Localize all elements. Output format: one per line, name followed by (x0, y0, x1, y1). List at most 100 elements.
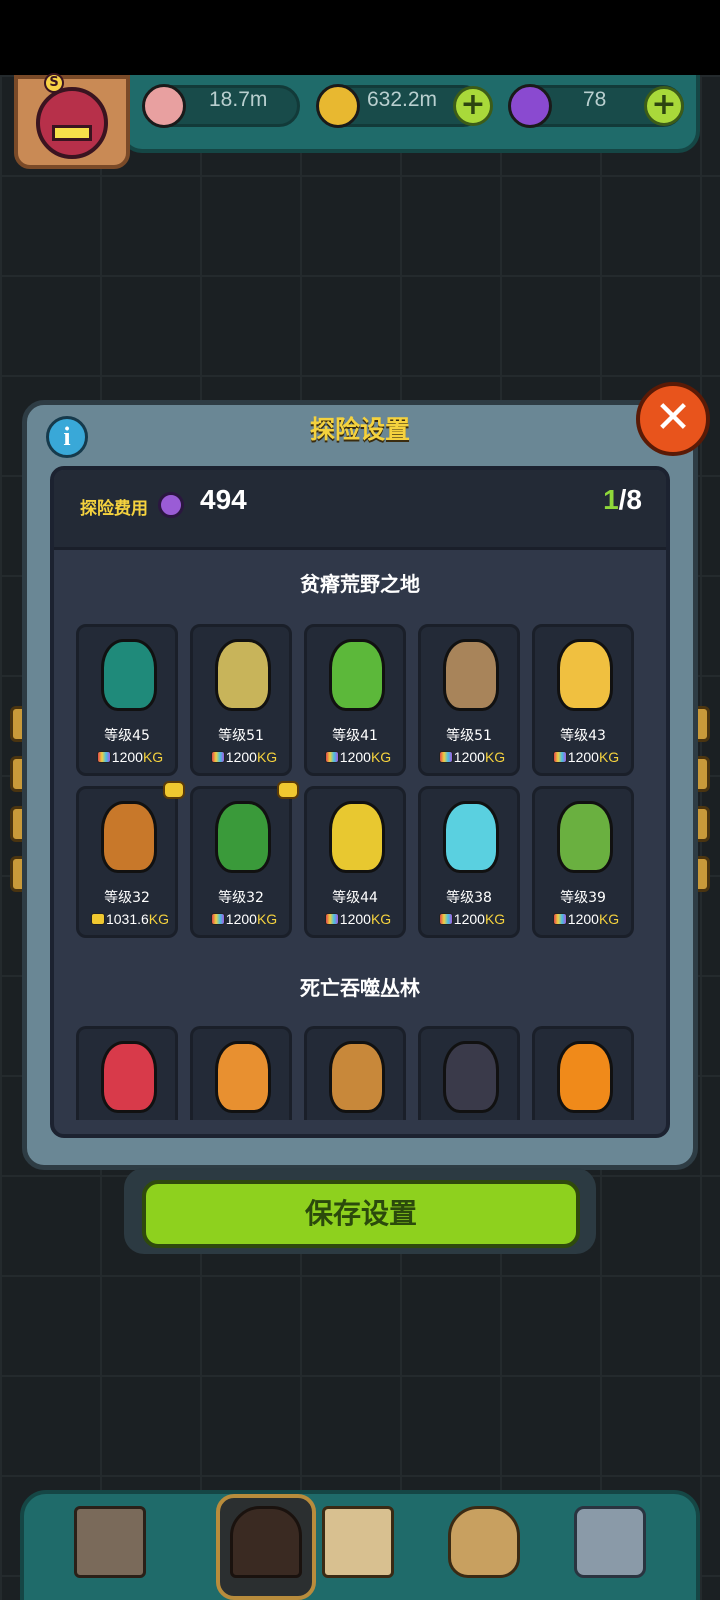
potion-value: 78 (583, 88, 607, 111)
region-title: 贫瘠荒野之地 (300, 572, 420, 596)
potion-icon (158, 492, 184, 518)
info-button[interactable]: i (46, 416, 88, 458)
creature-card[interactable]: 等级32 1200KG (190, 781, 299, 938)
count-current: 1 (603, 484, 619, 515)
add-potions-button[interactable]: + (644, 86, 684, 126)
creature-level: 等级39 (560, 890, 606, 906)
creature-level: 等级32 (104, 890, 150, 906)
cost-label: 探险费用 (80, 499, 148, 519)
close-button[interactable]: ✕ (636, 382, 710, 456)
creature-level: 等级32 (218, 890, 264, 906)
chainsaw-pig-icon (443, 1041, 499, 1113)
weight-unit: KG (598, 749, 620, 765)
crown-badge-icon (163, 781, 185, 799)
menu-grid-icon[interactable] (574, 1506, 646, 1578)
creature-card[interactable] (532, 1026, 634, 1120)
creature-card[interactable] (418, 1026, 520, 1120)
creature-level: 等级51 (218, 728, 264, 744)
add-coins-button[interactable]: + (453, 86, 493, 126)
creature-card[interactable] (76, 1026, 178, 1120)
creature-card[interactable]: 等级45 1200KG (76, 624, 178, 776)
red-frog-icon (101, 1041, 157, 1113)
tree-creature-icon (215, 801, 271, 873)
creature-card[interactable] (190, 1026, 292, 1120)
weight-value: 1200 (339, 749, 371, 765)
weight-bag-icon (552, 751, 567, 763)
weight-bag-icon (324, 913, 339, 925)
chicken-icon (557, 639, 613, 711)
coin-icon (316, 84, 360, 128)
yak-icon (101, 801, 157, 873)
weight-unit: KG (370, 749, 392, 765)
status-bar (0, 0, 720, 75)
creature-level: 等级45 (104, 728, 150, 744)
weight-value: 1031.6 (105, 911, 149, 927)
dialog-content: 探险费用 494 1/8 贫瘠荒野之地 等级45 1200KG 等级51 1200KG… (50, 466, 670, 1138)
weight-bag-icon (324, 751, 339, 763)
creature-level: 等级41 (332, 728, 378, 744)
bag-icon[interactable] (448, 1506, 520, 1578)
creature-card[interactable]: 等级39 1200KG (532, 786, 634, 938)
creature-card[interactable]: 等级44 1200KG (304, 786, 406, 938)
cost-value: 494 (200, 484, 247, 515)
weight-unit: KG (598, 911, 620, 927)
weight-bag-icon (438, 751, 453, 763)
rank-badge: S (44, 73, 64, 93)
eyeball-icon (142, 84, 186, 128)
weight-bag-icon (90, 913, 105, 925)
weight-unit: KG (256, 749, 278, 765)
weight-value: 1200 (225, 911, 257, 927)
weight-unit: KG (142, 749, 164, 765)
creature-card[interactable]: 等级43 1200KG (532, 624, 634, 776)
creature-card[interactable]: 等级41 1200KG (304, 624, 406, 776)
creature-weight: 1200KG (427, 911, 517, 927)
weight-unit: KG (484, 911, 506, 927)
creature-card[interactable]: 等级51 1200KG (190, 624, 292, 776)
potion-icon (508, 84, 552, 128)
pumpkin-icon (557, 1041, 613, 1113)
cost-bar: 探险费用 494 1/8 (54, 470, 666, 550)
coin-value: 632.2m (367, 88, 438, 111)
monkey-icon (329, 1041, 385, 1113)
monster-face-icon (36, 87, 108, 159)
eyeball-value: 18.7m (209, 88, 268, 111)
creature-level: 等级38 (446, 890, 492, 906)
creature-card[interactable]: 等级51 1200KG (418, 624, 520, 776)
lettuce-icon (329, 639, 385, 711)
creature-card[interactable]: 等级38 1200KG (418, 786, 520, 938)
weight-bag-icon (552, 913, 567, 925)
shop-icon[interactable] (74, 1506, 146, 1578)
weight-unit: KG (484, 749, 506, 765)
count-total: /8 (618, 484, 642, 515)
weight-value: 1200 (567, 911, 599, 927)
creature-level: 等级51 (446, 728, 492, 744)
creature-weight: 1200KG (199, 749, 289, 765)
creature-level: 等级43 (560, 728, 606, 744)
creature-weight: 1200KG (541, 749, 631, 765)
creature-card[interactable] (304, 1026, 406, 1120)
expedition-icon[interactable] (230, 1506, 302, 1578)
mushroom-cow-icon (215, 1041, 271, 1113)
green-bird-icon (101, 639, 157, 711)
weight-value: 1200 (567, 749, 599, 765)
weight-bag-icon (210, 913, 225, 925)
creature-card[interactable]: 等级32 1031.6KG (76, 781, 185, 938)
creature-weight: 1031.6KG (85, 911, 175, 927)
creature-weight: 1200KG (541, 911, 631, 927)
player-avatar[interactable]: S (14, 73, 130, 169)
weight-bag-icon (438, 913, 453, 925)
teeth-icon (52, 125, 92, 141)
creature-weight: 1200KG (313, 749, 403, 765)
weight-value: 1200 (453, 749, 485, 765)
creature-weight: 1200KG (199, 911, 289, 927)
weight-value: 1200 (453, 911, 485, 927)
weight-unit: KG (256, 911, 278, 927)
weight-value: 1200 (225, 749, 257, 765)
crown-badge-icon (277, 781, 299, 799)
dialog-title: 探险设置 (309, 415, 410, 444)
cactus-icon (557, 801, 613, 873)
corn-icon (329, 801, 385, 873)
creature-weight: 1200KG (85, 749, 175, 765)
save-settings-button[interactable]: 保存设置 (142, 1180, 580, 1248)
book-icon[interactable] (322, 1506, 394, 1578)
